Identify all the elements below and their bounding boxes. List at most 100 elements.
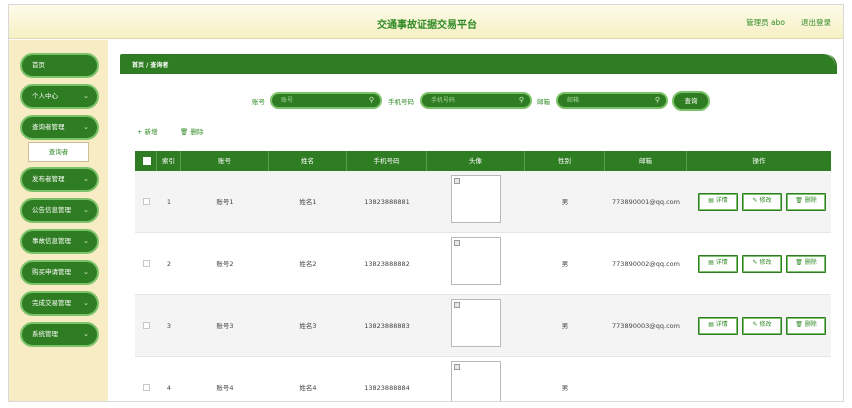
document-icon: ▤	[708, 197, 716, 204]
delete-button[interactable]: 🗑 删除	[786, 193, 826, 211]
chevron-down-icon: ⌄	[83, 268, 89, 276]
main-content: 首页 / 查询者 账号 账号 ⚲ 手机号码 手机号码 ⚲ 邮箱 邮箱 ⚲ 查询 …	[108, 40, 843, 401]
select-all-checkbox[interactable]	[143, 157, 151, 165]
cell-account: 账号3	[216, 322, 234, 330]
top-bar: 交通事故证据交易平台 管理员 abo 退出登录	[9, 5, 843, 39]
chevron-down-icon: ⌄	[83, 123, 89, 131]
trash-icon: 🗑	[795, 321, 805, 328]
breadcrumb[interactable]: 首页 / 查询者	[132, 60, 168, 69]
broken-image-icon	[454, 364, 460, 370]
search-icon: ⚲	[518, 96, 524, 104]
detail-label: 详情	[715, 321, 728, 328]
cell-email: 773890003@qq.com	[612, 322, 680, 330]
detail-button[interactable]: ▤ 详情	[698, 255, 738, 273]
phone-placeholder: 手机号码	[431, 97, 456, 104]
chevron-down-icon: ⌄	[83, 175, 89, 183]
sidebar-item-label: 系统管理	[32, 330, 58, 338]
sidebar-item-notice-management[interactable]: 公告信息管理 ⌄	[20, 198, 99, 223]
chevron-down-icon: ⌄	[83, 92, 89, 100]
cell-email	[605, 357, 687, 401]
broken-image-icon	[454, 178, 460, 184]
trash-icon: 🗑	[180, 128, 191, 136]
cell-index: 2	[166, 260, 172, 268]
sidebar: 首页 个人中心 ⌄ 查询者管理 ⌄ 查询者 发布者管理 ⌄ 公告信息管理 ⌄ 事故信息管…	[9, 40, 108, 401]
th-account: 账号	[181, 151, 269, 171]
sidebar-subitem-querier[interactable]: 查询者	[28, 142, 89, 162]
sidebar-item-querier-management[interactable]: 查询者管理 ⌄	[20, 115, 99, 140]
sidebar-item-publisher-management[interactable]: 发布者管理 ⌄	[20, 167, 99, 192]
search-button[interactable]: 查询	[672, 91, 710, 111]
row-checkbox[interactable]	[143, 260, 150, 267]
trash-icon: 🗑	[795, 259, 805, 266]
phone-label: 手机号码	[388, 98, 414, 106]
add-button[interactable]: + 新增	[137, 126, 158, 136]
sidebar-item-profile[interactable]: 个人中心 ⌄	[20, 84, 99, 109]
avatar	[451, 175, 501, 223]
sidebar-item-accident-management[interactable]: 事故信息管理 ⌄	[20, 229, 99, 254]
cell-phone: 13823888881	[364, 198, 410, 206]
broken-image-icon	[454, 240, 460, 246]
row-checkbox[interactable]	[143, 322, 150, 329]
edit-label: 修改	[759, 259, 772, 266]
email-input[interactable]: 邮箱 ⚲	[556, 92, 668, 109]
chevron-down-icon: ⌄	[83, 299, 89, 307]
broken-image-icon	[454, 302, 460, 308]
delete-button[interactable]: 🗑 删除	[786, 255, 826, 273]
th-avatar: 头像	[427, 151, 525, 171]
app-window: 交通事故证据交易平台 管理员 abo 退出登录 首页 个人中心 ⌄ 查询者管理 ⌄ …	[8, 4, 844, 402]
edit-label: 修改	[759, 197, 772, 204]
cell-gender: 男	[561, 384, 569, 392]
logout-link[interactable]: 退出登录	[801, 17, 831, 28]
batch-delete-button[interactable]: 🗑 删除	[180, 126, 203, 136]
detail-label: 详情	[715, 197, 728, 204]
avatar	[451, 299, 501, 347]
sidebar-item-label: 购买申请管理	[32, 268, 71, 276]
document-icon: ▤	[708, 259, 716, 266]
th-name: 姓名	[269, 151, 347, 171]
edit-button[interactable]: ✎ 修改	[742, 255, 782, 273]
cell-name: 姓名4	[299, 384, 317, 392]
sidebar-item-purchase-management[interactable]: 购买申请管理 ⌄	[20, 260, 99, 285]
delete-label: 删除	[804, 259, 817, 266]
th-index: 索引	[157, 151, 181, 171]
cell-name: 姓名1	[299, 198, 317, 206]
row-checkbox[interactable]	[143, 384, 150, 391]
edit-button[interactable]: ✎ 修改	[742, 317, 782, 335]
sidebar-item-label: 首页	[32, 61, 45, 69]
chevron-down-icon: ⌄	[83, 330, 89, 338]
admin-user-label[interactable]: 管理员 abo	[746, 17, 785, 28]
delete-button[interactable]: 🗑 删除	[786, 317, 826, 335]
sidebar-item-label: 完成交易管理	[32, 299, 71, 307]
cell-index: 1	[166, 198, 172, 206]
page-title: 交通事故证据交易平台	[377, 20, 477, 31]
account-placeholder: 账号	[281, 97, 294, 104]
avatar	[451, 361, 501, 401]
table-row: 4 账号4 姓名4 13823888884 男	[135, 357, 831, 401]
batch-delete-label: 删除	[190, 128, 204, 136]
cell-phone: 13823888884	[364, 384, 410, 392]
row-checkbox[interactable]	[143, 198, 150, 205]
sidebar-item-home[interactable]: 首页	[20, 53, 99, 78]
sidebar-item-label: 个人中心	[32, 92, 58, 100]
select-all-header	[135, 151, 157, 171]
table-row: 2 账号2 姓名2 13823888882 男 773890002@qq.com…	[135, 233, 831, 295]
cell-email: 773890002@qq.com	[612, 260, 680, 268]
table-row: 3 账号3 姓名3 13823888883 男 773890003@qq.com…	[135, 295, 831, 357]
sidebar-item-system-management[interactable]: 系统管理 ⌄	[20, 322, 99, 347]
account-label: 账号	[252, 98, 265, 106]
th-email: 邮箱	[605, 151, 687, 171]
account-input[interactable]: 账号 ⚲	[270, 92, 382, 109]
cell-email: 773890001@qq.com	[612, 198, 680, 206]
edit-button[interactable]: ✎ 修改	[742, 193, 782, 211]
cell-account: 账号1	[216, 198, 234, 206]
phone-input[interactable]: 手机号码 ⚲	[420, 92, 532, 109]
table-header: 索引 账号 姓名 手机号码 头像 性别 邮箱 操作	[135, 151, 831, 171]
detail-button[interactable]: ▤ 详情	[698, 317, 738, 335]
edit-label: 修改	[759, 321, 772, 328]
sidebar-item-label: 事故信息管理	[32, 237, 71, 245]
cell-phone: 13823888883	[364, 322, 410, 330]
trash-icon: 🗑	[795, 197, 805, 204]
sidebar-item-completed-management[interactable]: 完成交易管理 ⌄	[20, 291, 99, 316]
search-icon: ⚲	[654, 96, 660, 104]
detail-button[interactable]: ▤ 详情	[698, 193, 738, 211]
